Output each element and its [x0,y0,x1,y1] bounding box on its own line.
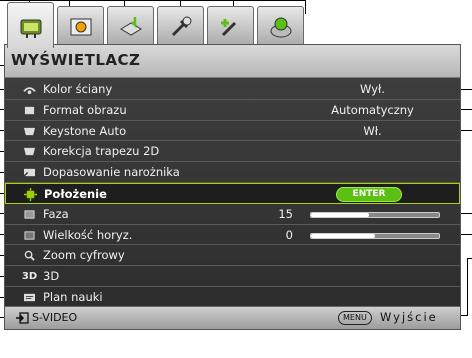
display-tab-icon [20,19,41,38]
menu-item-h-size[interactable]: Wielkość horyz. 0 [5,225,460,246]
tab-picture[interactable] [57,6,104,46]
corner-fit-icon [22,166,37,179]
status-bar: S-VIDEO MENU Wyjście [5,306,460,329]
menu-list: Kolor ściany Wył. Format obrazu Automaty… [5,79,460,308]
source-label: S-VIDEO [32,311,78,324]
tab-advanced-setup[interactable] [207,6,254,46]
tab-system-setup[interactable] [157,6,204,46]
enter-button[interactable]: ENTER [336,186,402,202]
menu-item-position[interactable]: Położenie ENTER [5,182,460,204]
system-setup-tab-icon [171,16,191,36]
advanced-setup-tab-icon [220,18,236,36]
menu-item-digital-zoom[interactable]: Zoom cyfrowy [5,245,460,267]
menu-item-corner-fit[interactable]: Dopasowanie narożnika [5,162,460,183]
teaching-template-icon [22,291,37,304]
auto-keystone-icon [22,125,37,138]
picture-tab-icon [70,18,91,35]
callout-line [467,258,468,316]
tab-information[interactable] [257,6,304,46]
input-source: S-VIDEO [15,311,77,324]
tab-source[interactable] [107,6,154,46]
menu-tabs [4,2,322,48]
menu-item-aspect-ratio[interactable]: Format obrazu Automatyczny [5,100,460,121]
wall-color-icon [22,83,37,96]
callout-line [467,258,472,259]
source-tab-icon [119,16,142,36]
tab-display[interactable] [7,2,54,48]
keystone-2d-icon [22,145,37,158]
exit-label: Wyjście [380,310,438,324]
menu-button[interactable]: MENU [338,311,372,325]
position-icon [23,187,38,201]
h-size-slider-fill [311,233,375,238]
h-size-slider[interactable] [310,232,440,239]
3d-icon: 3D [21,271,38,283]
osd-menu-panel: WYŚWIETLACZ Kolor ściany Wył. Format obr… [4,44,461,330]
menu-item-wall-color[interactable]: Kolor ściany Wył. [5,79,460,100]
menu-item-auto-keystone[interactable]: Keystone Auto Wł. [5,121,460,142]
aspect-ratio-icon [22,104,37,117]
page-title: WYŚWIETLACZ [11,51,141,69]
digital-zoom-icon [22,249,37,262]
h-size-icon [22,229,37,242]
source-input-icon [16,311,29,324]
menu-item-keystone-2d[interactable]: Korekcja trapezu 2D [5,141,460,163]
menu-item-phase[interactable]: Faza 15 [5,204,460,225]
phase-icon [22,208,37,221]
menu-item-3d[interactable]: 3D 3D [5,266,460,287]
menu-item-teaching-template[interactable]: Plan nauki [5,287,460,308]
phase-slider-fill [311,212,369,217]
phase-slider[interactable] [310,211,440,218]
callout-line [0,0,306,1]
information-tab-icon [270,17,291,37]
